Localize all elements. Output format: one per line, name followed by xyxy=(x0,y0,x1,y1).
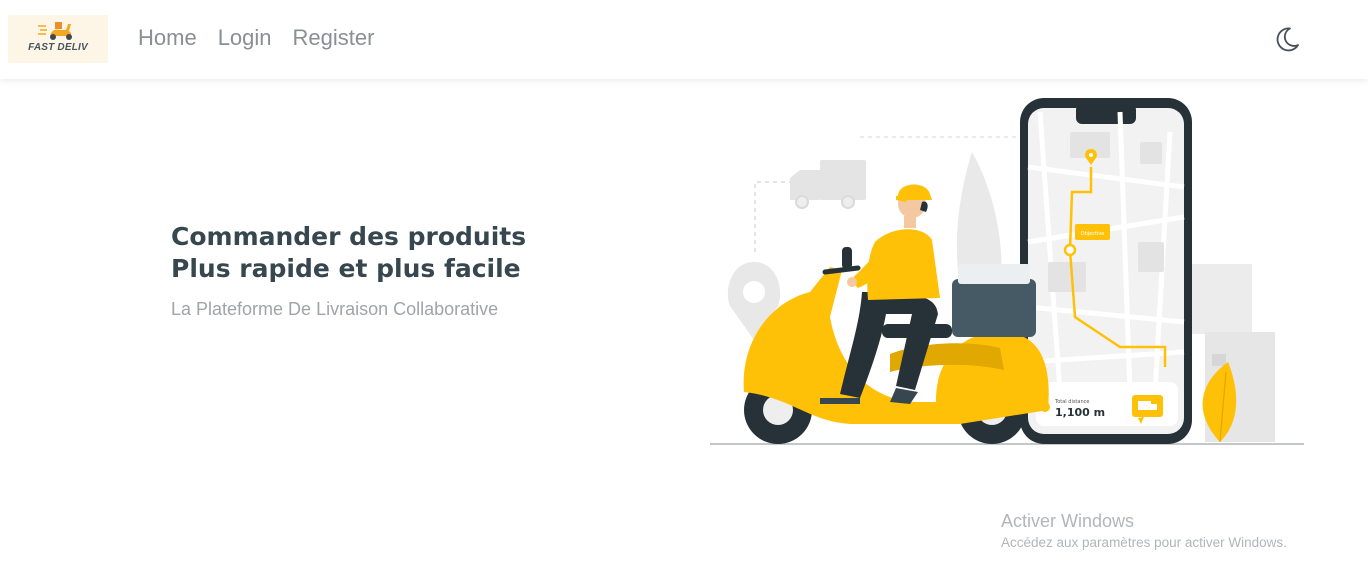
hero-title: Commander des produits Plus rapide et pl… xyxy=(171,221,591,285)
nav-link-login[interactable]: Login xyxy=(218,25,272,51)
delivery-illustration: Objective Total distance 1,100 m xyxy=(710,98,1304,445)
windows-activation-watermark: Activer Windows Accédez aux paramètres p… xyxy=(1001,511,1287,550)
hero-title-line2: Plus rapide et plus facile xyxy=(171,254,521,283)
distance-label: Total distance xyxy=(1054,399,1089,405)
nav-link-register[interactable]: Register xyxy=(293,25,375,51)
logo-text: FAST DELIV xyxy=(28,42,88,53)
svg-text:Objective: Objective xyxy=(1081,231,1105,237)
scooter-logo-icon xyxy=(38,22,72,40)
truck-icon xyxy=(790,160,866,209)
moon-icon xyxy=(1276,27,1299,52)
scooter-illustration xyxy=(743,184,1049,444)
nav-link-home[interactable]: Home xyxy=(138,25,197,51)
watermark-subtitle: Accédez aux paramètres pour activer Wind… xyxy=(1001,535,1287,550)
navbar: FAST DELIV Home Login Register xyxy=(0,0,1368,79)
watermark-title: Activer Windows xyxy=(1001,511,1135,531)
brand-logo[interactable]: FAST DELIV xyxy=(8,15,108,63)
hero-subtitle: La Plateforme De Livraison Collaborative xyxy=(171,299,499,319)
distance-value: 1,100 m xyxy=(1055,406,1105,419)
hero-title-line1: Commander des produits xyxy=(171,222,527,251)
theme-toggle-button[interactable] xyxy=(1273,25,1301,53)
nav-links: Home Login Register xyxy=(138,25,374,51)
